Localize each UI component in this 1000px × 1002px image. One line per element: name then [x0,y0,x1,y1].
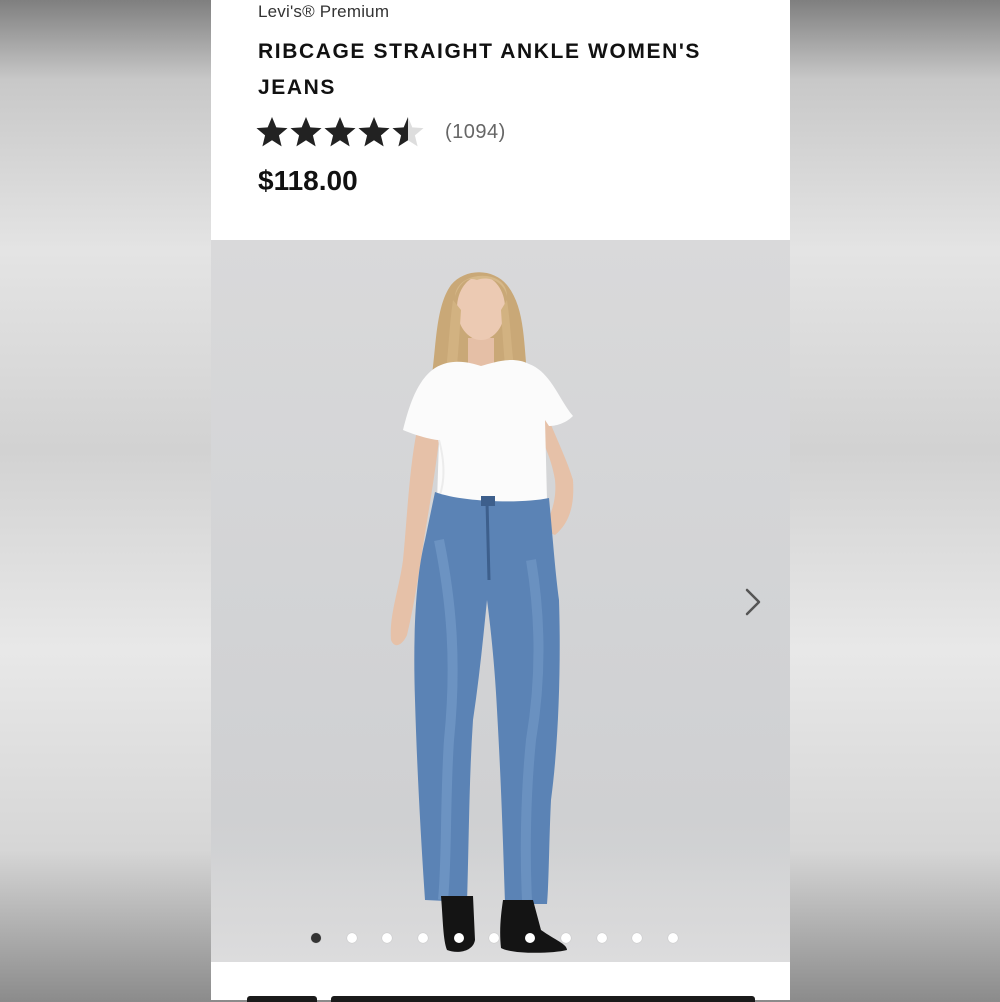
product-image-gallery[interactable] [211,240,790,962]
gallery-dot[interactable] [525,933,536,943]
rating-summary[interactable]: (1094) [255,115,506,149]
gallery-dot[interactable] [382,933,393,943]
star-filled-icon [255,115,289,149]
product-title: RIBCAGE STRAIGHT ANKLE WOMEN'S JEANS [258,40,702,99]
gallery-dot[interactable] [560,933,571,943]
gallery-dot[interactable] [632,933,643,943]
product-price: $118.00 [258,165,358,196]
gallery-dot[interactable] [453,933,464,943]
brand-name[interactable]: Levi's® Premium [258,2,389,22]
gallery-pagination[interactable] [311,933,704,943]
star-rating [255,115,425,149]
star-filled-icon [323,115,357,149]
gallery-dot[interactable] [311,933,321,943]
product-panel: Levi's® Premium RIBCAGE STRAIGHT ANKLE W… [211,0,790,1002]
gallery-dot[interactable] [418,933,429,943]
product-photo [390,272,574,953]
review-count[interactable]: (1094) [445,121,506,144]
star-half-icon [391,115,425,149]
product-header: Levi's® Premium RIBCAGE STRAIGHT ANKLE W… [211,0,790,240]
star-filled-icon [357,115,391,149]
gallery-dot[interactable] [667,933,678,943]
background-blur-left [0,0,211,1000]
secondary-action-button[interactable] [247,996,317,1002]
gallery-dot[interactable] [489,933,500,943]
background-blur-right [790,0,1000,1000]
chevron-right-icon[interactable] [739,585,767,619]
gallery-dot[interactable] [346,933,357,943]
star-filled-icon [289,115,323,149]
action-bar [211,962,790,1002]
gallery-dot[interactable] [596,933,607,943]
add-to-bag-button[interactable] [331,996,755,1002]
